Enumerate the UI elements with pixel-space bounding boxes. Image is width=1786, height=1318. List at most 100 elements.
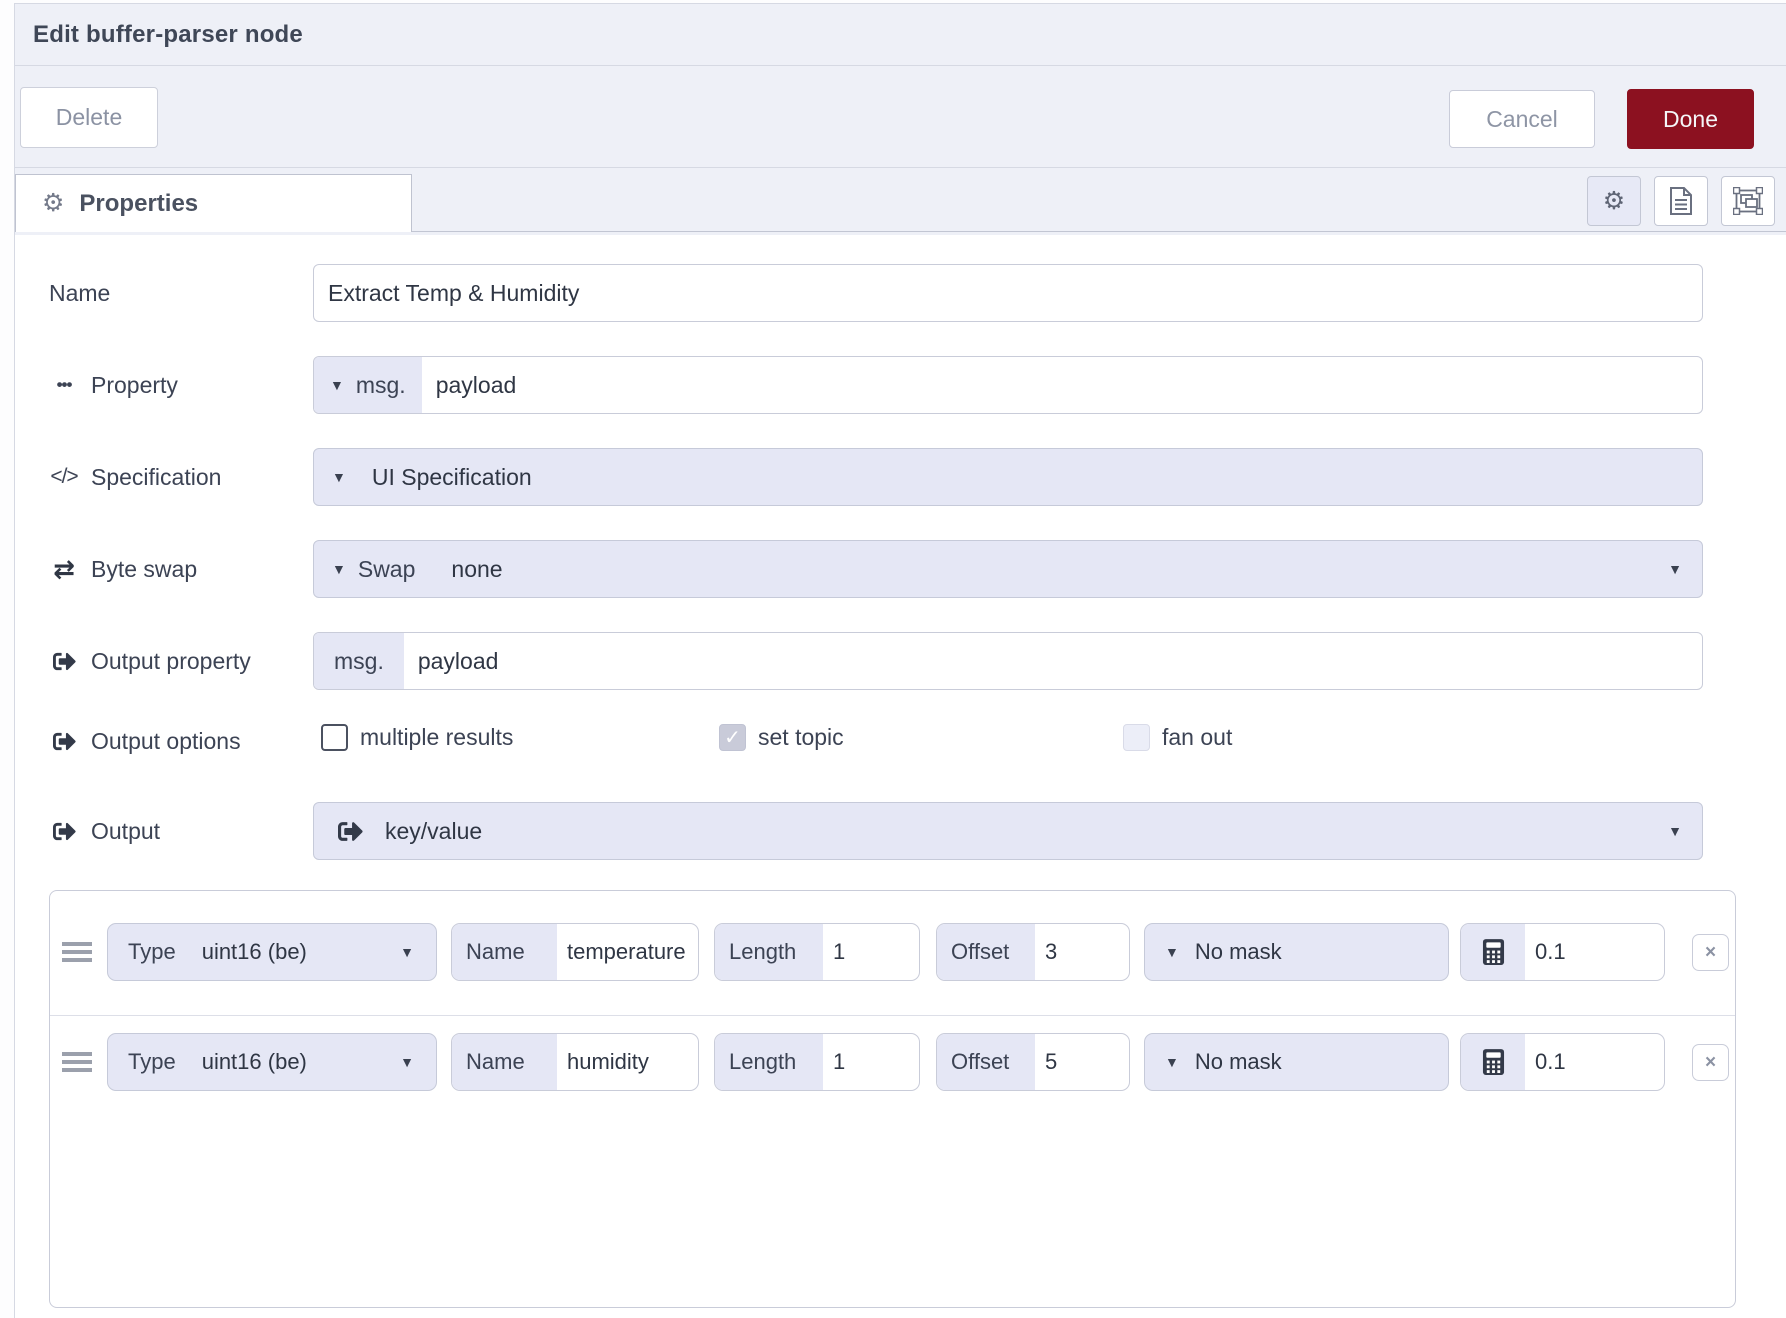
document-icon [1668, 186, 1694, 216]
mask-value: No mask [1195, 924, 1282, 980]
property-typed-input: ▼ msg. [313, 356, 1703, 414]
item-length-field: Length [714, 923, 920, 981]
tab-properties[interactable]: ⚙ Properties [15, 174, 412, 232]
description-view-button[interactable] [1654, 176, 1708, 226]
chevron-down-icon: ▼ [1165, 1055, 1179, 1069]
form-row-property: ••• Property ▼ msg. [49, 356, 1786, 414]
ellipsis-icon: ••• [49, 375, 79, 395]
output-property-label: Output property [49, 632, 251, 690]
properties-panel: Name ••• Property ▼ msg. [15, 235, 1786, 1318]
properties-view-button[interactable]: ⚙ [1587, 176, 1641, 226]
item-scale-input[interactable] [1525, 924, 1664, 980]
calculator-icon [1461, 1034, 1525, 1090]
form-row-output-options: Output options ✓ multiple results ✓ set … [49, 724, 1786, 758]
item-name-field: Name [451, 1033, 699, 1091]
chevron-down-icon: ▼ [1668, 562, 1682, 576]
property-type-button[interactable]: ▼ msg. [314, 357, 422, 413]
parse-items-list: Type uint16 (be) ▼ Name Length Offset [49, 890, 1736, 1308]
dialog-button-bar: Delete Cancel Done [15, 66, 1786, 168]
gear-icon: ⚙ [1603, 189, 1625, 214]
multiple-results-option[interactable]: ✓ multiple results [321, 724, 513, 751]
drag-handle-icon[interactable] [62, 942, 92, 962]
type-select[interactable]: Type uint16 (be) ▼ [107, 923, 437, 981]
form-row-output: Output key/value ▼ [49, 802, 1786, 860]
mask-select[interactable]: ▼ No mask [1144, 1033, 1449, 1091]
close-icon: × [1705, 942, 1716, 964]
parse-item-row: Type uint16 (be) ▼ Name Length Offset [50, 1033, 1735, 1091]
item-length-input[interactable] [823, 924, 919, 980]
drag-handle-icon[interactable] [62, 1052, 92, 1072]
byte-swap-select[interactable]: ▼ Swap none ▼ [313, 540, 1703, 598]
item-length-input[interactable] [823, 1034, 919, 1090]
item-separator [50, 1015, 1735, 1016]
tab-properties-label: Properties [79, 190, 198, 218]
done-button[interactable]: Done [1627, 89, 1754, 149]
property-input[interactable] [422, 357, 1702, 413]
output-value: key/value [385, 803, 482, 859]
chevron-down-icon: ▼ [400, 945, 414, 959]
byte-swap-type-button[interactable]: ▼ Swap [314, 541, 433, 597]
name-label: Name [49, 264, 110, 322]
mask-value: No mask [1195, 1034, 1282, 1090]
type-value: uint16 (be) [202, 1034, 307, 1090]
form-row-name: Name [49, 264, 1786, 322]
item-offset-input[interactable] [1035, 1034, 1129, 1090]
property-label: ••• Property [49, 356, 178, 414]
form-row-output-property: Output property msg. [49, 632, 1786, 690]
specification-value: UI Specification [372, 464, 532, 491]
sign-out-icon [49, 730, 79, 753]
item-name-input[interactable] [557, 1034, 698, 1090]
chevron-down-icon: ▼ [332, 470, 346, 484]
type-select[interactable]: Type uint16 (be) ▼ [107, 1033, 437, 1091]
sign-out-icon [49, 650, 79, 673]
set-topic-checkbox[interactable]: ✓ [719, 724, 746, 751]
specification-label: </> Specification [49, 448, 221, 506]
parse-item-row: Type uint16 (be) ▼ Name Length Offset [50, 923, 1735, 981]
output-label: Output [49, 802, 160, 860]
calculator-icon [1461, 924, 1525, 980]
sign-out-icon [338, 803, 363, 859]
specification-select[interactable]: ▼ UI Specification [313, 448, 1703, 506]
name-input[interactable] [314, 265, 1702, 321]
name-fieldbox [313, 264, 1703, 322]
item-scale-input[interactable] [1525, 1034, 1664, 1090]
output-property-typed-input: msg. [313, 632, 1703, 690]
check-icon: ✓ [724, 725, 741, 750]
item-offset-input[interactable] [1035, 924, 1129, 980]
output-property-type[interactable]: msg. [314, 633, 404, 689]
cancel-button[interactable]: Cancel [1449, 90, 1595, 148]
output-select[interactable]: key/value ▼ [313, 802, 1703, 860]
chevron-down-icon: ▼ [1668, 824, 1682, 838]
chevron-down-icon: ▼ [1165, 945, 1179, 959]
editor-toolbar: ⚙ [1587, 176, 1775, 226]
chevron-down-icon: ▼ [332, 562, 346, 576]
form-row-specification: </> Specification ▼ UI Specification [49, 448, 1786, 506]
output-property-input[interactable] [404, 633, 1702, 689]
item-name-input[interactable] [557, 924, 698, 980]
chevron-down-icon: ▼ [330, 378, 344, 392]
gear-icon: ⚙ [42, 191, 64, 216]
fan-out-option[interactable]: ✓ fan out [1123, 724, 1232, 751]
remove-item-button[interactable]: × [1692, 934, 1729, 971]
object-group-icon [1733, 187, 1763, 215]
chevron-down-icon: ▼ [400, 1055, 414, 1069]
item-offset-field: Offset [936, 1033, 1130, 1091]
dialog-title: Edit buffer-parser node [33, 21, 303, 49]
item-name-field: Name [451, 923, 699, 981]
form-row-byte-swap: ⇄ Byte swap ▼ Swap none ▼ [49, 540, 1786, 598]
edit-node-dialog: Edit buffer-parser node Delete Cancel Do… [14, 3, 1786, 1318]
byte-swap-value: none [451, 541, 502, 597]
multiple-results-checkbox[interactable]: ✓ [321, 724, 348, 751]
appearance-view-button[interactable] [1721, 176, 1775, 226]
set-topic-option[interactable]: ✓ set topic [719, 724, 844, 751]
byte-swap-label: ⇄ Byte swap [49, 540, 197, 598]
remove-item-button[interactable]: × [1692, 1044, 1729, 1081]
close-icon: × [1705, 1052, 1716, 1074]
fan-out-checkbox[interactable]: ✓ [1123, 724, 1150, 751]
item-scale-field [1460, 1033, 1665, 1091]
output-options-label: Output options [49, 724, 241, 758]
mask-select[interactable]: ▼ No mask [1144, 923, 1449, 981]
item-offset-field: Offset [936, 923, 1130, 981]
delete-button[interactable]: Delete [20, 87, 158, 148]
type-value: uint16 (be) [202, 924, 307, 980]
